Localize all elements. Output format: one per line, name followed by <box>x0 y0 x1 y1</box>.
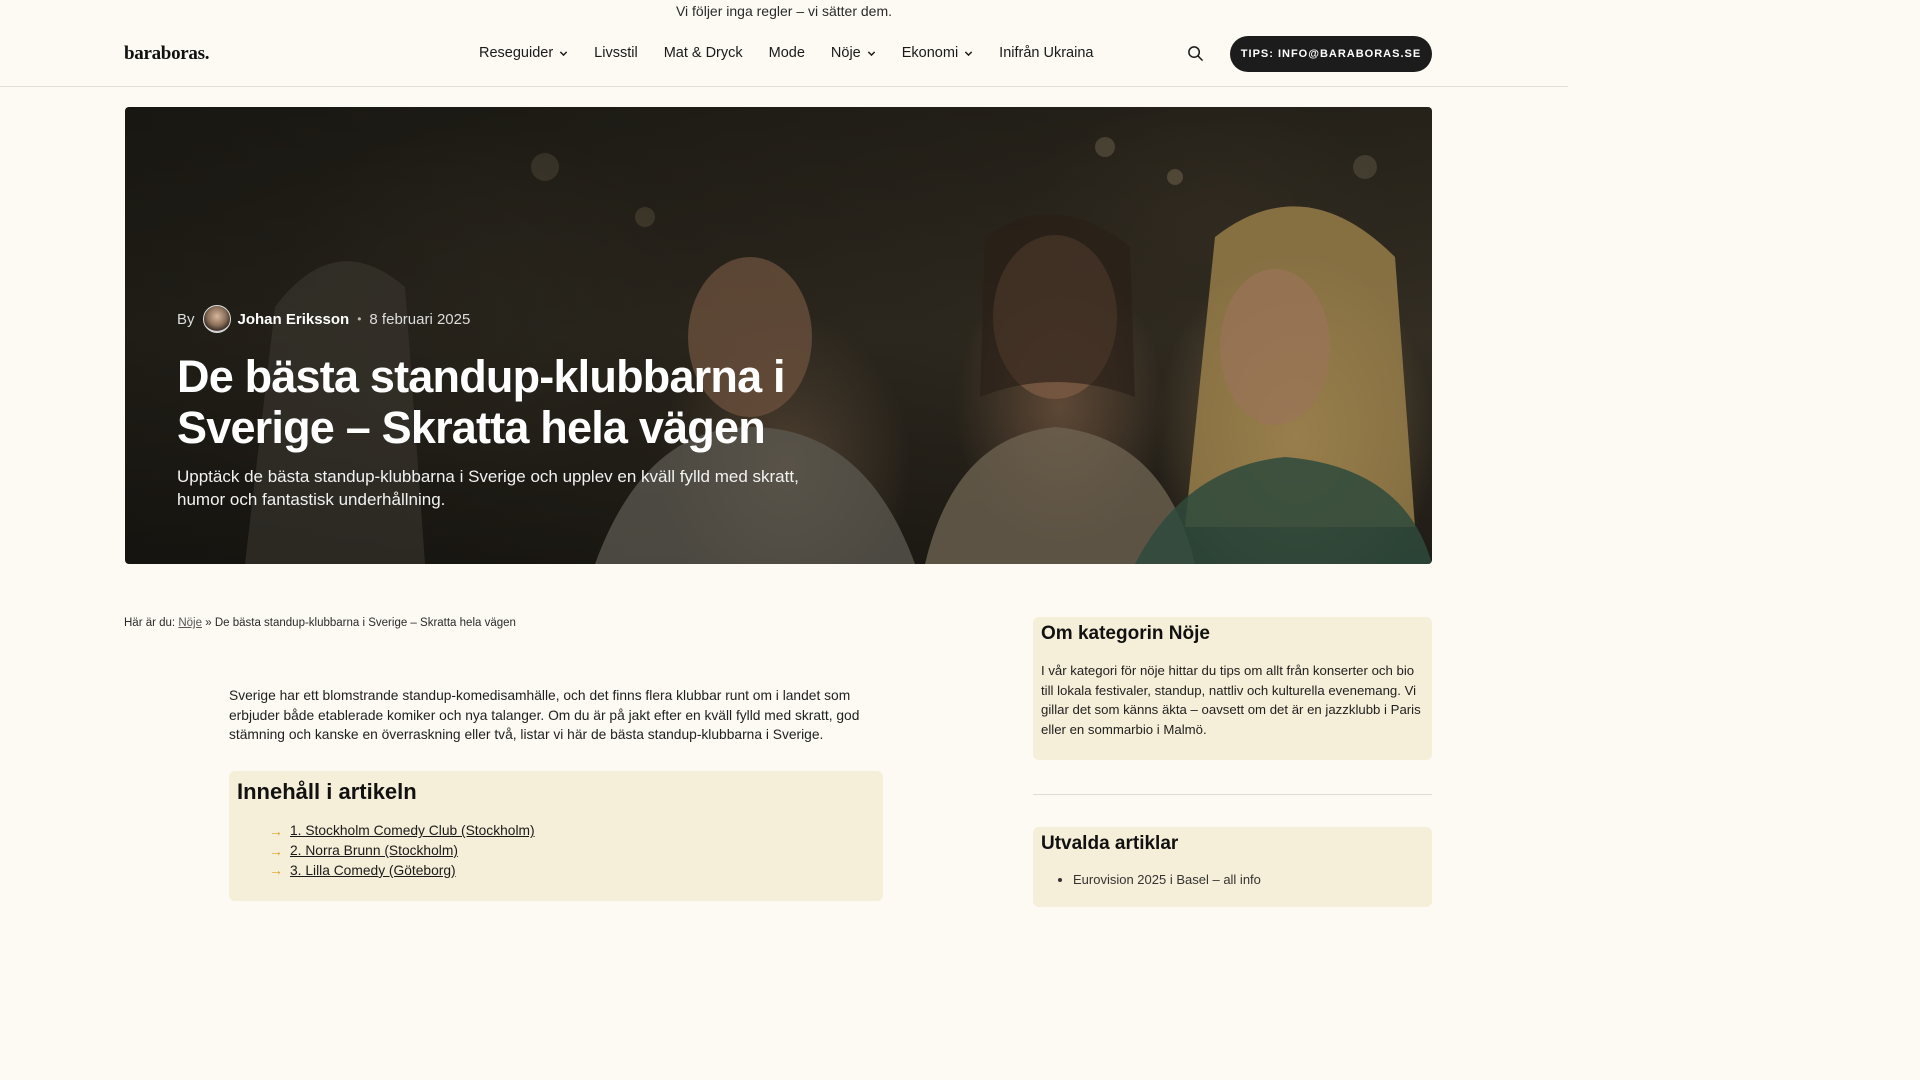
chevron-down-icon <box>867 50 875 56</box>
nav-item-label: Inifrån Ukraina <box>999 45 1094 61</box>
breadcrumb-separator: » <box>205 617 212 629</box>
arrow-right-icon: → <box>269 822 283 839</box>
nav-item-mode[interactable]: Mode <box>769 45 805 61</box>
article-byline: By Johan Eriksson • 8 februari 2025 <box>177 305 470 333</box>
publish-date: 8 februari 2025 <box>369 310 471 328</box>
tips-email-button[interactable]: TIPS: INFO@BARABORAS.SE <box>1230 36 1432 72</box>
nav-item-reseguider[interactable]: Reseguider <box>479 45 568 61</box>
article-intro: Sverige har ett blomstrande standup-kome… <box>229 688 860 743</box>
nav-item-noje[interactable]: Nöje <box>831 45 876 61</box>
breadcrumb-link-noje[interactable]: Nöje <box>178 617 202 629</box>
toc-item: → 1. Stockholm Comedy Club (Stockholm) <box>269 821 535 841</box>
author-avatar <box>202 305 231 333</box>
toc-list: → 1. Stockholm Comedy Club (Stockholm) →… <box>269 821 535 880</box>
toc-link[interactable]: 2. Norra Brunn (Stockholm) <box>290 843 458 858</box>
featured-articles-box: Utvalda artiklar Eurovision 2025 i Basel… <box>1033 827 1432 907</box>
category-about-title: Om kategorin Nöje <box>1041 623 1210 644</box>
toc-item: → 3. Lilla Comedy (Göteborg) <box>269 860 535 880</box>
author-name[interactable]: Johan Eriksson <box>238 311 350 328</box>
toc-link[interactable]: 1. Stockholm Comedy Club (Stockholm) <box>290 823 535 838</box>
nav-item-inifran-ukraina[interactable]: Inifrån Ukraina <box>999 45 1093 61</box>
article-subtitle: Upptäck de bästa standup-klubbarna i Sve… <box>177 467 799 509</box>
hero-banner: By Johan Eriksson • 8 februari 2025 De b… <box>125 107 1432 564</box>
article-title: De bästa standup-klubbarna i Sverige – S… <box>177 351 786 453</box>
breadcrumb-current: De bästa standup-klubbarna i Sverige – S… <box>214 617 516 629</box>
search-icon[interactable] <box>1187 45 1204 62</box>
tagline-banner: Vi följer inga regler – vi sätter dem. <box>675 3 893 19</box>
featured-articles-title: Utvalda artiklar <box>1041 833 1179 854</box>
nav-item-label: Reseguider <box>479 45 554 61</box>
by-label: By <box>177 310 195 328</box>
arrow-right-icon: → <box>269 842 283 859</box>
byline-separator: • <box>357 312 362 326</box>
nav-item-label: Nöje <box>830 45 861 61</box>
breadcrumb-prefix: Här är du: <box>124 617 176 629</box>
breadcrumb: Här är du: Nöje » De bästa standup-klubb… <box>124 617 516 629</box>
chevron-down-icon <box>560 50 568 56</box>
nav-item-label: Mat & Dryck <box>663 45 743 61</box>
arrow-right-icon: → <box>269 862 283 879</box>
sidebar-divider <box>1033 794 1432 795</box>
table-of-contents: Innehåll i artikeln → 1. Stockholm Comed… <box>229 771 883 901</box>
nav-item-ekonomi[interactable]: Ekonomi <box>902 45 973 61</box>
featured-articles-list: Eurovision 2025 i Basel – all info <box>1073 872 1261 887</box>
nav-item-mat-dryck[interactable]: Mat & Dryck <box>664 45 743 61</box>
featured-article-link[interactable]: Eurovision 2025 i Basel – all info <box>1073 872 1261 887</box>
main-nav: Reseguider Livsstil Mat & Dryck Mode Nöj… <box>479 45 1093 61</box>
chevron-down-icon <box>965 50 973 56</box>
nav-item-label: Livsstil <box>594 45 638 61</box>
toc-item: → 2. Norra Brunn (Stockholm) <box>269 841 535 861</box>
category-about-text: I vår kategori för nöje hittar du tips o… <box>1041 663 1421 737</box>
nav-item-livsstil[interactable]: Livsstil <box>594 45 638 61</box>
toc-title: Innehåll i artikeln <box>237 779 417 804</box>
nav-item-label: Mode <box>768 45 805 61</box>
site-logo[interactable]: baraboras. <box>124 43 209 65</box>
site-header: baraboras. Reseguider Livsstil Mat & Dry… <box>0 22 1568 87</box>
nav-item-label: Ekonomi <box>901 45 959 61</box>
category-about-box: Om kategorin Nöje I vår kategori för nöj… <box>1033 617 1432 760</box>
toc-link[interactable]: 3. Lilla Comedy (Göteborg) <box>290 863 456 878</box>
